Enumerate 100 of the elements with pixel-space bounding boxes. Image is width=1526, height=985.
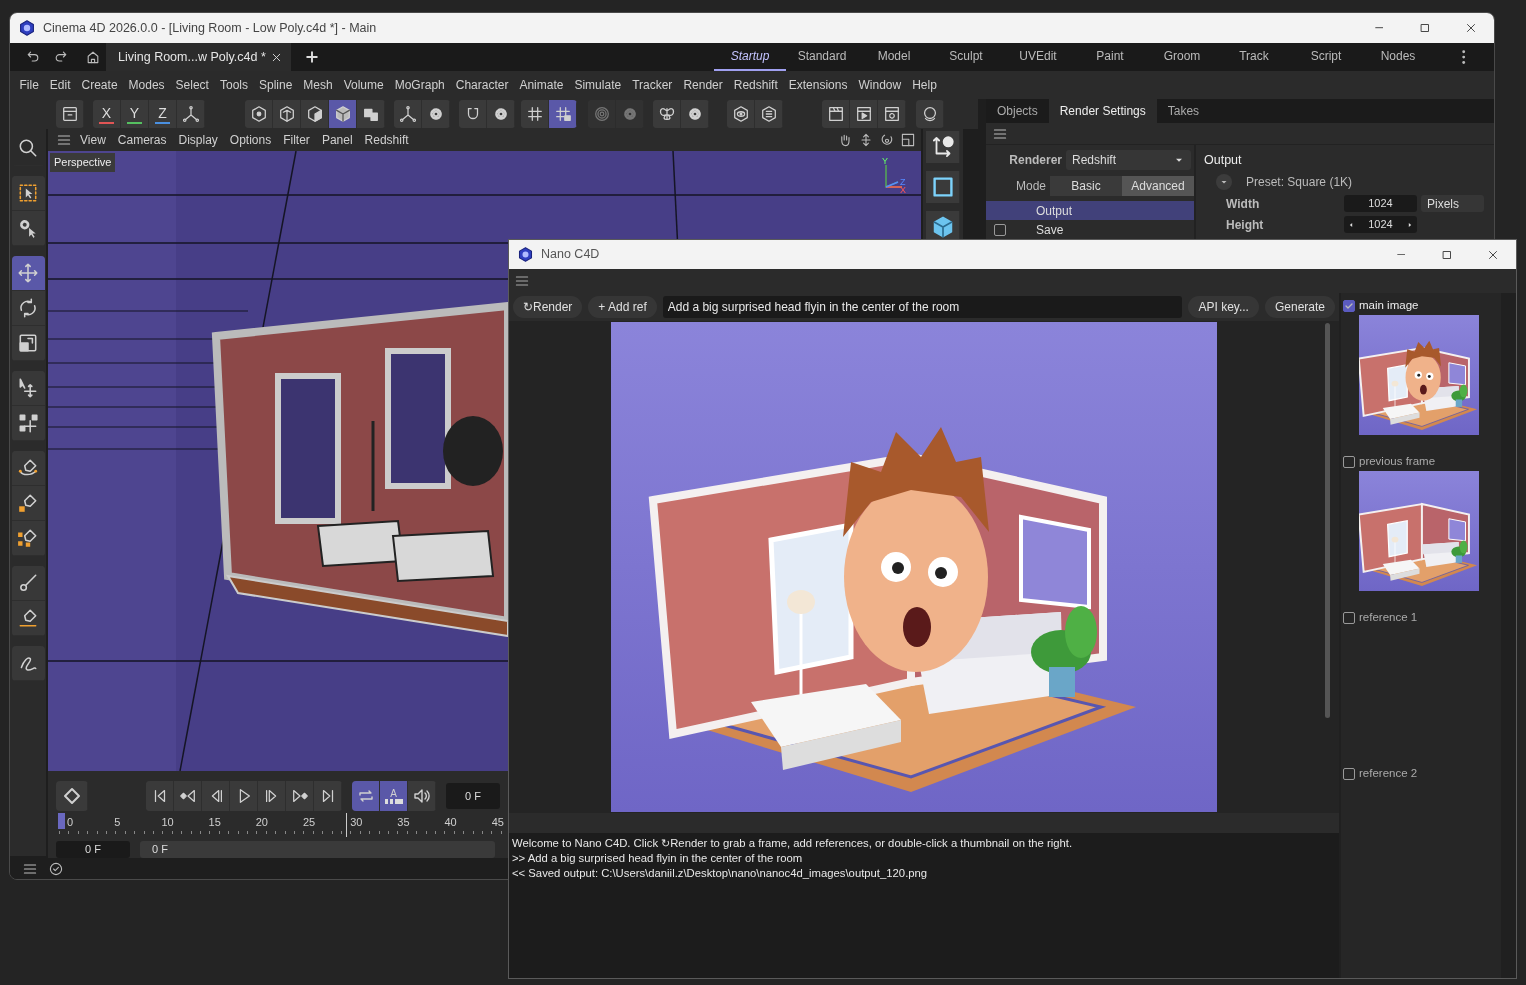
prompt-field[interactable]: Add a big surprised head flyin in the center of the room xyxy=(662,296,1183,318)
hexagon-eye-icon xyxy=(731,105,750,123)
menu-item[interactable]: File xyxy=(14,76,45,94)
checkbox[interactable] xyxy=(1343,768,1355,780)
mode-option[interactable]: Advanced xyxy=(1122,176,1194,196)
menu-item[interactable]: Help xyxy=(906,76,943,94)
viewport-menu-item[interactable]: View xyxy=(74,131,112,149)
document-tab[interactable]: Living Room...w Poly.c4d * xyxy=(106,43,291,71)
tool-button[interactable] xyxy=(11,256,45,291)
check-circle-icon xyxy=(48,860,64,877)
layout-tab[interactable]: Groom xyxy=(1146,43,1218,71)
renderer-dropdown[interactable]: Redshift xyxy=(1066,150,1191,170)
menu-item[interactable]: Spline xyxy=(253,76,298,94)
api-key-button[interactable]: API key... xyxy=(1188,296,1259,318)
menu-item[interactable]: Render xyxy=(677,76,729,94)
layout-tab[interactable]: UVEdit xyxy=(1002,43,1074,71)
grid-icon xyxy=(525,105,544,123)
menu-item[interactable]: Extensions xyxy=(783,76,853,94)
render-button[interactable]: ↻Render xyxy=(513,296,583,318)
viewport-menu-item[interactable]: Options xyxy=(223,131,278,149)
menu-item[interactable]: Window xyxy=(852,76,907,94)
close-icon xyxy=(1464,21,1478,35)
menu-item[interactable]: Volume xyxy=(338,76,390,94)
menu-item[interactable]: Modes xyxy=(123,76,171,94)
layout-tab[interactable]: Script xyxy=(1290,43,1362,71)
gear-cursor-icon xyxy=(17,217,39,239)
collapse-button[interactable] xyxy=(1216,174,1232,190)
panel-tab[interactable]: Render Settings xyxy=(1048,99,1157,123)
number-field[interactable]: 1024 xyxy=(1344,216,1417,233)
more-icon xyxy=(1461,48,1467,66)
search-icon xyxy=(17,137,39,159)
view-button[interactable] xyxy=(926,171,960,203)
viewport-menu-item[interactable]: Display xyxy=(172,131,224,149)
thumbnail-drawing[interactable] xyxy=(1359,315,1479,435)
console-line: Welcome to Nano C4D. Click ↻Render to grab a frame, add references, or double-click a thumbnail on the right. xyxy=(512,836,1074,851)
mode-option[interactable]: Basic xyxy=(1050,176,1122,196)
layout-tab[interactable]: Paint xyxy=(1074,43,1146,71)
menu-item[interactable]: Character xyxy=(450,76,514,94)
viewport-menu-item[interactable]: Redshift xyxy=(358,131,415,149)
menu-item[interactable]: Tracker xyxy=(626,76,678,94)
home-icon xyxy=(85,49,101,65)
ruler-number: 45 xyxy=(491,816,504,828)
settings-list-item[interactable]: Save xyxy=(986,220,1194,239)
menu-item[interactable]: MoGraph xyxy=(389,76,451,94)
thumbnail-drawing[interactable] xyxy=(1359,471,1479,591)
number-field[interactable]: 1024 xyxy=(1344,195,1417,212)
menu-item[interactable]: Create xyxy=(76,76,124,94)
menu-item[interactable]: Simulate xyxy=(568,76,627,94)
timeline-mode-button[interactable]: A xyxy=(380,781,408,811)
add-reference-button[interactable]: + Add ref xyxy=(588,296,657,318)
checkbox[interactable] xyxy=(994,223,1006,236)
menu-button[interactable] xyxy=(514,273,530,289)
menu-item[interactable]: Select xyxy=(170,76,215,94)
autokey-label: A xyxy=(390,788,397,799)
checkbox[interactable] xyxy=(1343,612,1355,624)
toolbar-button[interactable] xyxy=(549,100,577,128)
layout-tab[interactable]: Nodes xyxy=(1362,43,1434,71)
menu-item[interactable]: Animate xyxy=(513,76,569,94)
playhead-marker xyxy=(58,813,65,829)
move-arrows-icon xyxy=(17,262,39,284)
dots-icon xyxy=(384,798,403,804)
clapperboard-icon xyxy=(826,105,845,123)
slot-label: main image xyxy=(1359,298,1419,314)
ruler-number: 15 xyxy=(208,816,221,828)
unit-dropdown[interactable]: Pixels xyxy=(1421,195,1484,212)
axis-letter: X xyxy=(900,186,906,195)
checkbox[interactable] xyxy=(1343,300,1355,312)
current-frame-field[interactable]: 0 F xyxy=(446,783,500,809)
ruler-number: 35 xyxy=(397,816,410,828)
toolbar-button[interactable] xyxy=(329,100,357,128)
axis-letter: Y xyxy=(882,157,888,166)
minimize-icon xyxy=(1396,253,1406,256)
menu-item[interactable]: Edit xyxy=(44,76,77,94)
coordinate-button[interactable] xyxy=(926,131,960,163)
status-button[interactable] xyxy=(48,860,64,877)
viewport-menu-item[interactable]: Cameras xyxy=(111,131,173,149)
layout-tab[interactable]: Track xyxy=(1218,43,1290,71)
timeline-mode-button[interactable] xyxy=(352,781,380,811)
panel-tab[interactable]: Takes xyxy=(1156,99,1211,123)
settings-list-item[interactable]: Output xyxy=(986,201,1194,220)
layout-tab[interactable]: Sculpt xyxy=(930,43,1002,71)
menu-item[interactable]: Mesh xyxy=(297,76,339,94)
menu-icon xyxy=(514,273,530,289)
archive-box-icon xyxy=(60,105,79,123)
scrollbar[interactable] xyxy=(1325,323,1330,718)
menu-item[interactable]: Redshift xyxy=(728,76,784,94)
start-frame-field[interactable]: 0 F xyxy=(56,841,130,858)
cube-icon xyxy=(333,105,352,123)
ruler-number: 20 xyxy=(255,816,268,828)
viewport-menu-item[interactable]: Filter xyxy=(277,131,316,149)
layout-tab[interactable]: Standard xyxy=(786,43,858,71)
viewport-menu-item[interactable]: Panel xyxy=(315,131,359,149)
console-line: << Saved output: C:\Users\daniil.z\Desktop\nano\nanoc4d_images\output_120.png xyxy=(512,866,929,881)
ruler-number: 5 xyxy=(114,816,121,828)
panel-tab[interactable]: Objects xyxy=(986,99,1049,123)
layout-tab[interactable]: Model xyxy=(858,43,930,71)
range-start-field[interactable]: 0 F xyxy=(140,841,495,858)
menu-item[interactable]: Tools xyxy=(214,76,254,94)
generate-button[interactable]: Generate xyxy=(1264,296,1335,318)
checkbox[interactable] xyxy=(1343,456,1355,468)
